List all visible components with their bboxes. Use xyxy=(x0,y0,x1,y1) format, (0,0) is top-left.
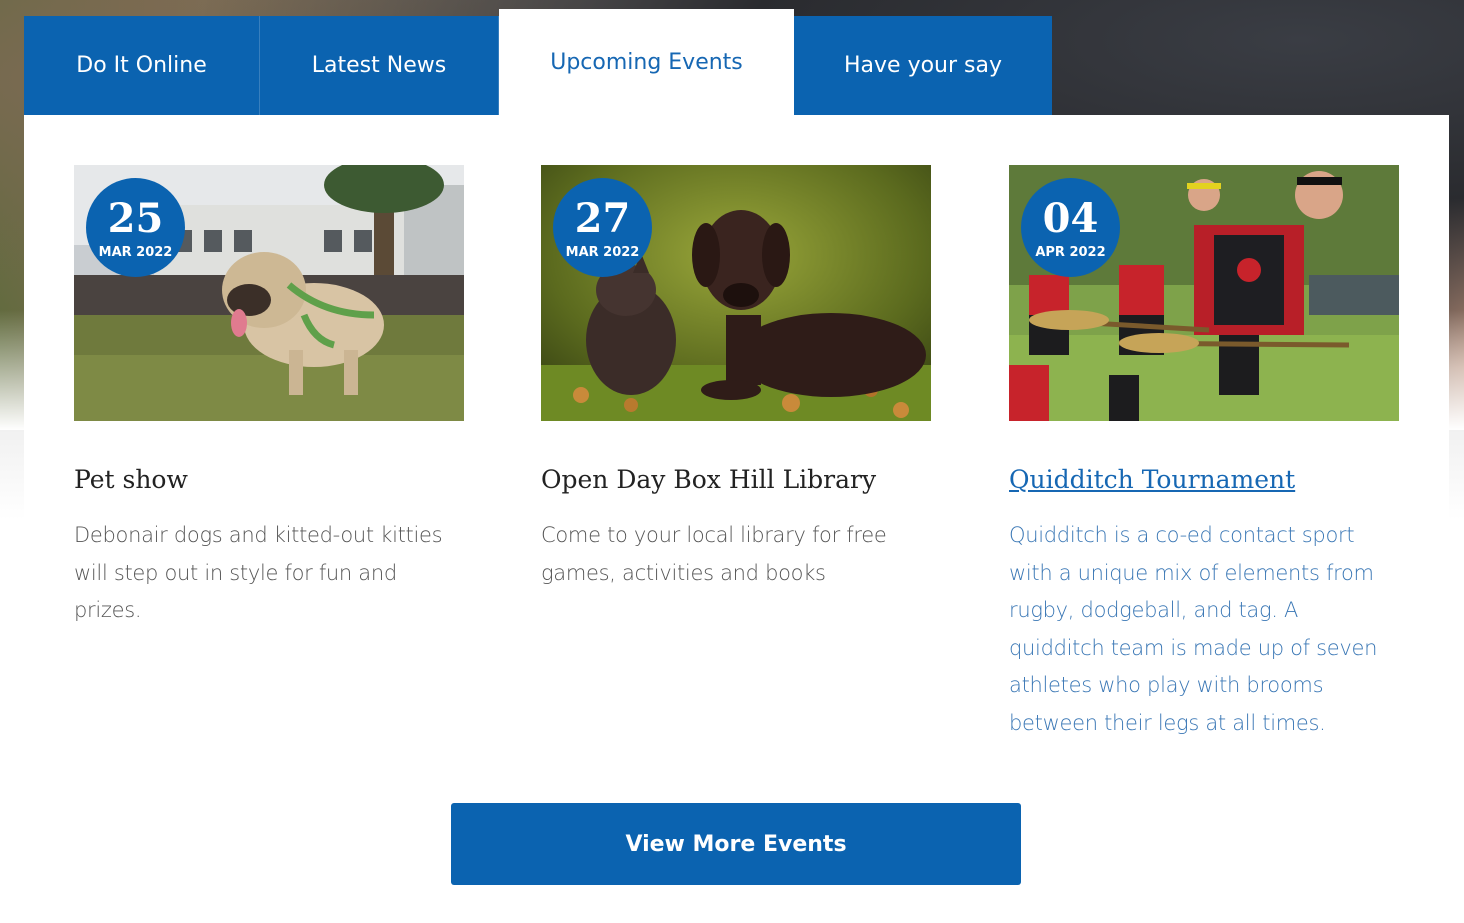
date-day: 04 xyxy=(1042,195,1099,242)
date-month: MAR 2022 xyxy=(98,245,173,260)
event-title[interactable]: Pet show xyxy=(74,463,464,497)
tab-have-your-say[interactable]: Have your say xyxy=(794,16,1052,115)
date-day: 25 xyxy=(107,195,164,242)
events-panel: 25 MAR 2022 Pet show Debonair dogs and k… xyxy=(24,115,1449,923)
date-badge: 25 MAR 2022 xyxy=(86,178,185,277)
tab-label: Latest News xyxy=(311,53,447,78)
event-image[interactable]: 25 MAR 2022 xyxy=(74,165,464,421)
event-title[interactable]: Open Day Box Hill Library xyxy=(541,463,931,497)
date-day: 27 xyxy=(574,195,631,242)
date-badge: 04 APR 2022 xyxy=(1021,178,1120,277)
date-badge: 27 MAR 2022 xyxy=(553,178,652,277)
event-description: Debonair dogs and kitted-out kitties wil… xyxy=(74,523,443,622)
event-description: Come to your local library for free game… xyxy=(541,523,887,585)
date-month: MAR 2022 xyxy=(565,245,640,260)
tab-label: Have your say xyxy=(844,53,1002,78)
tab-do-it-online[interactable]: Do It Online xyxy=(24,16,260,115)
tab-upcoming-events[interactable]: Upcoming Events xyxy=(499,9,794,115)
button-label: View More Events xyxy=(625,831,847,857)
event-image[interactable]: 04 APR 2022 xyxy=(1009,165,1399,421)
tab-bar: Do It Online Latest News Upcoming Events… xyxy=(24,9,1052,115)
date-month: APR 2022 xyxy=(1035,245,1106,260)
tab-latest-news[interactable]: Latest News xyxy=(260,16,499,115)
view-more-events-button[interactable]: View More Events xyxy=(451,803,1021,885)
tab-label: Upcoming Events xyxy=(550,49,743,75)
event-description: Quidditch is a co-ed contact sport with … xyxy=(1009,523,1378,735)
event-image[interactable]: 27 MAR 2022 xyxy=(541,165,931,421)
event-card: 25 MAR 2022 Pet show Debonair dogs and k… xyxy=(74,165,464,630)
tab-label: Do It Online xyxy=(76,53,207,78)
event-card: 04 APR 2022 Quidditch Tournament Quiddit… xyxy=(1009,165,1399,742)
event-title[interactable]: Quidditch Tournament xyxy=(1009,463,1399,497)
event-card: 27 MAR 2022 Open Day Box Hill Library Co… xyxy=(541,165,931,592)
